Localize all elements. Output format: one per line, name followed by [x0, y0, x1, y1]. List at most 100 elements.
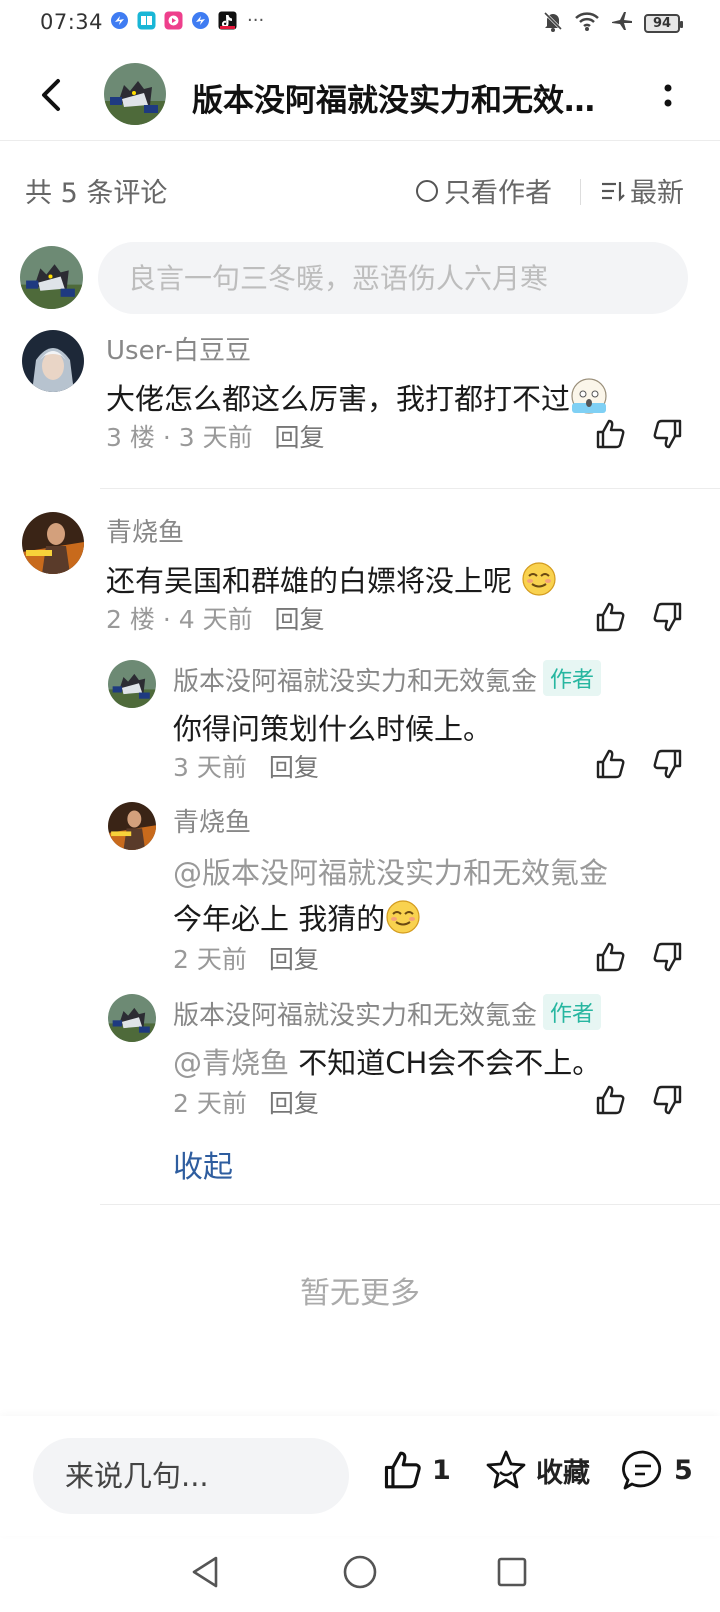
reply-author: 版本没阿福就没实力和无效氪金 作者 — [173, 660, 602, 698]
dislike-button[interactable] — [651, 940, 687, 976]
bottom-action-bar: 1 收藏 5 — [0, 1416, 720, 1536]
radio-circle-icon — [416, 179, 438, 202]
nav-home-button[interactable] — [338, 1550, 382, 1594]
comment-author[interactable]: 青烧鱼 — [106, 512, 184, 549]
mention[interactable]: @版本没阿福就没实力和无效氪金 — [173, 850, 608, 892]
smug-face-icon — [521, 561, 557, 604]
sort-button[interactable]: 最新 — [600, 171, 684, 210]
back-button[interactable] — [30, 73, 74, 117]
comment-meta: 3 楼 · 3 天前 回复 — [106, 418, 325, 454]
status-bar: 07:34 ··· 94 — [0, 0, 720, 48]
reply-button[interactable]: 回复 — [269, 753, 319, 782]
comment-divider — [100, 488, 720, 489]
comment-divider — [100, 1204, 720, 1205]
sort-label: 最新 — [630, 178, 684, 209]
reply-body: 不知道CH会不会不上。 — [298, 1046, 602, 1080]
avatar[interactable] — [108, 660, 156, 708]
comment-body: 还有吴国和群雄的白嫖将没上呢 — [106, 564, 513, 598]
author-badge: 作者 — [543, 994, 602, 1030]
comment-count: 共 5 条评论 — [25, 178, 168, 209]
author-avatar[interactable] — [104, 63, 166, 125]
reply-text: 你得问策划什么时候上。 — [173, 712, 493, 746]
reply-author[interactable]: 青烧鱼 — [173, 802, 251, 839]
comment-author[interactable]: User-白豆豆 — [106, 330, 251, 367]
avatar[interactable] — [22, 330, 84, 392]
like-post-button[interactable]: 1 — [380, 1448, 451, 1492]
reply-button[interactable]: 回复 — [269, 945, 319, 974]
like-button[interactable] — [593, 417, 629, 453]
author-badge: 作者 — [543, 660, 602, 696]
video-app-icon — [164, 11, 183, 30]
like-button[interactable] — [593, 747, 629, 783]
mention[interactable]: @青烧鱼 — [173, 1046, 289, 1080]
floor-number: 2 楼 — [106, 605, 155, 634]
comment-time: 3 天前 — [178, 423, 253, 452]
blue-app-icon — [110, 11, 129, 30]
notification-icons: ··· — [110, 11, 264, 30]
reply-author-name[interactable]: 版本没阿福就没实力和无效氪金 — [173, 1001, 537, 1031]
thumbs-down-icon — [653, 602, 682, 632]
overflow-dots: ··· — [247, 9, 265, 31]
comment-input[interactable] — [98, 242, 688, 314]
comment-count-badge: 5 — [674, 1454, 693, 1486]
reply-button[interactable]: 回复 — [275, 605, 325, 634]
thumbs-up-icon — [596, 942, 625, 972]
like-button[interactable] — [593, 600, 629, 636]
nav-recents-button[interactable] — [490, 1550, 534, 1594]
vertical-dots-icon — [664, 84, 672, 107]
status-time: 07:34 — [40, 10, 104, 34]
wolf-avatar-icon — [20, 246, 83, 309]
like-button[interactable] — [593, 1083, 629, 1119]
no-more-text: 暂无更多 — [300, 1276, 420, 1311]
star-icon — [486, 1450, 526, 1489]
thumbs-up-icon — [384, 1451, 421, 1489]
top-header: 版本没阿福就没实力和无效… — [0, 55, 720, 141]
only-author-toggle[interactable]: 只看作者 — [416, 171, 552, 210]
comment-time: 4 天前 — [178, 605, 253, 634]
reply-button[interactable]: 回复 — [269, 1089, 319, 1118]
comment-body: 大佬怎么都这么厉害，我打都打不过 — [106, 382, 571, 416]
comments-button[interactable]: 5 — [620, 1448, 693, 1492]
avatar[interactable] — [22, 512, 84, 574]
floor-number: 3 楼 — [106, 423, 155, 452]
thumbs-up-icon — [596, 749, 625, 779]
dislike-button[interactable] — [651, 417, 687, 453]
favorite-button[interactable]: 收藏 — [484, 1448, 590, 1492]
reply-author-name[interactable]: 版本没阿福就没实力和无效氪金 — [173, 667, 537, 697]
reply-time: 3 天前 — [173, 753, 247, 782]
comment-text: 大佬怎么都这么厉害，我打都打不过 — [106, 376, 608, 422]
dislike-button[interactable] — [651, 600, 687, 636]
collapse-replies-button[interactable]: 收起 — [173, 1142, 233, 1186]
like-button[interactable] — [593, 940, 629, 976]
wolf-avatar-icon — [104, 63, 166, 125]
battery-icon: 94 — [644, 13, 683, 33]
more-options-button[interactable] — [648, 77, 688, 117]
like-count: 1 — [432, 1454, 451, 1486]
book-app-icon — [137, 11, 156, 30]
dislike-button[interactable] — [651, 1083, 687, 1119]
nav-back-button[interactable] — [184, 1550, 228, 1594]
page-title: 版本没阿福就没实力和无效… — [192, 83, 595, 119]
say-something-input[interactable] — [33, 1438, 349, 1514]
comment-text: 还有吴国和群雄的白嫖将没上呢 — [106, 558, 557, 604]
blue-app-icon — [191, 11, 210, 30]
scared-face-icon — [570, 377, 608, 422]
wifi-icon — [574, 10, 600, 36]
dislike-button[interactable] — [651, 747, 687, 783]
user-avatar-icon — [22, 512, 84, 574]
sort-icon — [602, 181, 625, 202]
reply-body: 今年必上 我猜的 — [173, 902, 386, 936]
reply-text: @青烧鱼 不知道CH会不会不上。 — [173, 1040, 601, 1082]
meta-separator: · — [162, 605, 171, 634]
avatar[interactable] — [108, 802, 156, 850]
favorite-label: 收藏 — [536, 1457, 590, 1489]
reply-meta: 3 天前 回复 — [173, 748, 319, 784]
wolf-avatar-icon — [108, 994, 156, 1042]
reply-time: 2 天前 — [173, 1089, 247, 1118]
reply-author: 版本没阿福就没实力和无效氪金 作者 — [173, 994, 602, 1032]
chat-bubble-icon — [622, 1450, 662, 1490]
avatar[interactable] — [108, 994, 156, 1042]
tiktok-icon — [218, 11, 237, 30]
thumbs-up-icon — [596, 419, 625, 449]
reply-button[interactable]: 回复 — [275, 423, 325, 452]
